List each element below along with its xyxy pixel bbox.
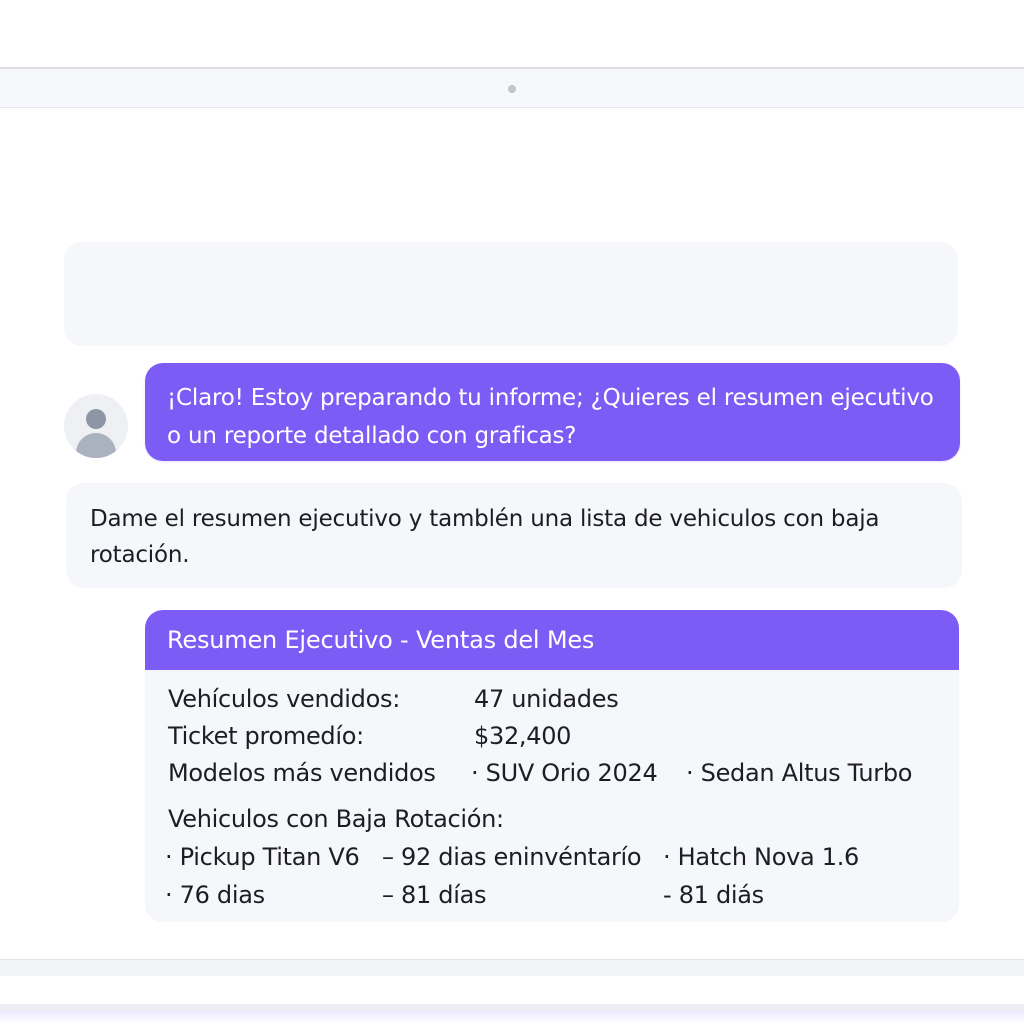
avatar-head-shape <box>86 409 106 429</box>
low-rotation-item: · Hatch Nova 1.6 <box>663 843 860 871</box>
low-rotation-item: - 81 diás <box>663 881 764 909</box>
average-ticket-label: Ticket promedío: <box>168 722 364 750</box>
avatar-body-shape <box>76 433 116 458</box>
average-ticket-value: $32,400 <box>474 722 572 750</box>
empty-message-bubble <box>64 242 958 346</box>
summary-card: Resumen Ejecutivo - Ventas del Mes Vehíc… <box>145 610 959 922</box>
sold-vehicles-value: 47 unidades <box>474 685 619 713</box>
window-bottom-strip <box>0 959 1024 976</box>
assistant-message: ¡Claro! Estoy preparando tu informe; ¿Qu… <box>145 363 960 461</box>
summary-body: Vehículos vendidos: 47 unidades Ticket p… <box>145 670 959 922</box>
summary-title: Resumen Ejecutivo - Ventas del Mes <box>145 610 959 670</box>
low-rotation-item: – 81 días <box>382 881 487 909</box>
top-model-2: · Sedan Altus Turbo <box>686 759 913 787</box>
app-window: ¡Claro! Estoy preparando tu informe; ¿Qu… <box>0 67 1024 1011</box>
top-model-1: · SUV Orio 2024 <box>471 759 658 787</box>
sold-vehicles-label: Vehículos vendidos: <box>168 685 400 713</box>
top-models-label: Modelos más vendidos <box>168 759 436 787</box>
low-rotation-item: · 76 dias <box>165 881 265 909</box>
user-avatar-icon <box>64 394 128 458</box>
user-message: Dame el resumen ejecutivo y tamblén una … <box>66 483 962 588</box>
camera-dot <box>508 85 516 93</box>
window-top-bar <box>0 69 1024 108</box>
screen-glow <box>0 1010 1024 1024</box>
low-rotation-item: – 92 dias eninvéntarío <box>382 843 642 871</box>
low-rotation-item: · Pickup Titan V6 <box>165 843 360 871</box>
low-rotation-title: Vehiculos con Baja Rotación: <box>168 805 504 833</box>
